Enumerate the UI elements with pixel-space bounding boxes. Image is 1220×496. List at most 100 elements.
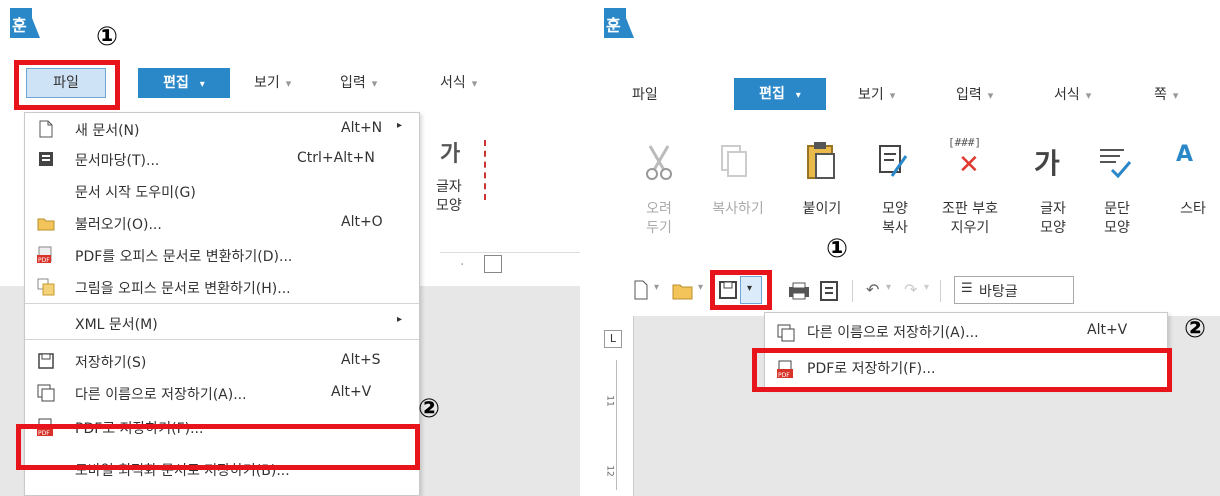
style-box-icon: ☰ [961,281,973,296]
menu-item-doc-template[interactable]: 문서마당(T)... Ctrl+Alt+N [25,143,419,175]
save-icon [37,352,55,370]
highlight-pdf-save [752,348,1172,392]
style-icon: A [1176,142,1194,167]
edit-menu-label: 편집 [759,86,785,102]
menu-item-label: 다른 이름으로 저장하기(A)... [807,325,979,341]
menu-item-label: XML 문서(M) [75,317,158,333]
clear-markup-button[interactable]: 조판 부호 지우기 [930,200,1010,238]
edit-menu-button[interactable]: 편집 ▾ [734,78,826,110]
save-as-icon [37,384,55,402]
left-screenshot: 훈 ① 파일 편집 ▾ 보기 ▾ 입력 ▾ 서식 ▾ 가 글자 모양 · 새 문서(N… [0,0,580,496]
char-shape-glyph: 가 [440,142,461,167]
menu-item-label: 새 문서(N) [75,123,140,139]
view-menu[interactable]: 보기 ▾ [254,72,291,92]
format-menu[interactable]: 서식 ▾ [440,72,477,92]
file-menu-button[interactable]: 파일 [632,84,658,104]
input-menu-label: 입력 [956,87,982,103]
menu-item-save-as[interactable]: 다른 이름으로 저장하기(A)... Alt+V [25,377,419,409]
menu-item-shortcut: Alt+V [331,384,372,400]
pdf-convert-icon: PDF [37,246,55,264]
view-menu[interactable]: 보기 ▾ [858,84,895,104]
menu-item-new-doc[interactable]: 새 문서(N) Alt+N ▸ [25,113,419,145]
menu-item-start-helper[interactable]: 문서 시작 도우미(G) [25,175,419,207]
view-menu-label: 보기 [254,75,280,91]
page-menu[interactable]: 쪽 ▾ [1154,84,1178,104]
menu-item-save[interactable]: 저장하기(S) Alt+S [25,345,419,377]
style-box-icon [484,255,502,273]
svg-text:PDF: PDF [38,257,50,264]
paste-icon [804,140,838,186]
doc-template-icon [37,150,55,168]
paragraph-shape-icon [1098,144,1132,184]
chevron-down-icon: ▾ [1085,89,1092,102]
marker-1: ① [96,22,119,52]
chevron-down-icon: ▾ [889,89,896,102]
open-folder-icon[interactable] [672,282,694,304]
chevron-down-icon: ▾ [1172,89,1179,102]
char-shape-button[interactable]: 글자 모양 [1028,200,1078,238]
highlight-file-menu [14,60,120,110]
format-menu[interactable]: 서식 ▾ [1054,84,1091,104]
menu-item-pdf-to-office[interactable]: PDF PDF를 오피스 문서로 변환하기(D)... [25,239,419,271]
paste-button[interactable]: 붙이기 [792,200,852,219]
chevron-down-icon: ▾ [471,77,478,90]
format-painter-icon [876,142,910,186]
toolbar-separator [940,280,941,302]
ruler-scale [616,360,626,490]
menu-item-label: 문서 시작 도우미(G) [75,185,196,201]
edit-menu-button[interactable]: 편집 ▾ [138,68,230,98]
chevron-down-icon: ▾ [199,79,205,90]
menu-item-save-as[interactable]: 다른 이름으로 저장하기(A)... Alt+V [765,317,1167,347]
chevron-down-icon: ▾ [987,89,994,102]
menu-item-label: 다른 이름으로 저장하기(A)... [75,387,247,403]
redo-icon[interactable]: ↷ [904,280,917,299]
input-menu-label: 입력 [340,75,366,91]
chevron-down-icon[interactable]: ▾ [886,282,891,293]
open-folder-icon [37,214,55,232]
format-painter-button[interactable]: 모양 복사 [870,200,920,238]
highlight-pdf-save [16,424,420,470]
style-select[interactable]: ☰ 바탕글 [954,276,1074,304]
image-convert-icon [37,278,55,296]
ribbon-cut-edge [484,140,487,200]
new-doc-icon[interactable] [632,280,650,304]
menu-item-label: PDF를 오피스 문서로 변환하기(D)... [75,249,293,265]
style-button[interactable]: 스타 [1168,200,1218,219]
ruler-tick-label: 11 [604,395,615,407]
menu-item-shortcut: Alt+S [341,352,381,368]
menu-item-label: 불러오기(O)... [75,217,162,233]
char-shape-icon: 가 [1034,147,1060,180]
highlight-save-dropdown [710,270,772,310]
marker-2: ② [418,394,441,424]
menu-item-shortcut: Alt+V [1087,322,1128,338]
undo-icon[interactable]: ↶ [866,280,879,299]
toolbar-fragment: · [440,252,580,282]
ruler-corner[interactable]: L [604,330,622,348]
menu-item-label: 문서마당(T)... [75,153,160,169]
cut-button[interactable]: 오려 두기 [634,200,684,238]
chevron-down-icon[interactable]: ▾ [924,282,929,293]
save-as-icon [777,324,795,342]
menu-item-shortcut: Alt+O [341,214,383,230]
vertical-ruler: L 11 12 [594,316,634,496]
input-menu[interactable]: 입력 ▾ [956,84,993,104]
paragraph-shape-button[interactable]: 문단 모양 [1092,200,1142,238]
menu-item-label: 저장하기(S) [75,355,147,371]
menu-item-open[interactable]: 불러오기(O)... Alt+O [25,207,419,239]
preview-icon[interactable] [820,281,838,305]
cut-icon [642,142,676,186]
menu-item-shortcut: Alt+N [341,120,383,136]
input-menu[interactable]: 입력 ▾ [340,72,377,92]
marker-1: ① [826,234,849,264]
copy-button[interactable]: 복사하기 [698,200,778,219]
char-shape-label[interactable]: 글자 모양 [436,178,462,216]
logo-char: 훈 [606,16,621,35]
menu-item-xml-doc[interactable]: XML 문서(M) ▸ [25,307,419,339]
chevron-down-icon: ▾ [371,77,378,90]
print-icon[interactable] [788,282,810,304]
menu-item-shortcut: Ctrl+Alt+N [297,150,375,166]
chevron-down-icon[interactable]: ▾ [654,282,659,293]
chevron-down-icon[interactable]: ▾ [698,282,703,293]
menu-item-image-to-office[interactable]: 그림을 오피스 문서로 변환하기(H)... [25,271,419,303]
chevron-down-icon: ▾ [285,77,292,90]
